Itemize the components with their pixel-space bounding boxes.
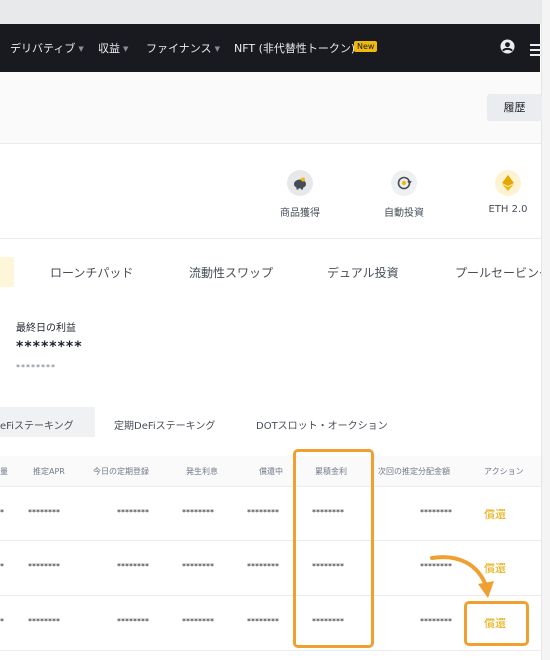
table-header-edge: 量 — [0, 467, 8, 476]
tab-liquid-swap[interactable]: 流動性スワップ — [189, 264, 273, 281]
chevron-down-icon: ▼ — [123, 45, 129, 53]
redeem-button-highlight — [464, 601, 529, 646]
quick-link-eth2[interactable]: ETH 2.0 — [468, 170, 548, 215]
table-cell: ******** — [420, 508, 452, 517]
redeem-button[interactable]: 償還 — [484, 506, 506, 522]
nav-item-finance[interactable]: ファイナンス ▼ — [146, 40, 220, 56]
table-cell: * — [0, 617, 4, 626]
table-header-redeeming: 償還中 — [259, 467, 283, 476]
table-cell: ******** — [28, 562, 60, 571]
quick-link-label: 商品獲得 — [280, 208, 320, 219]
cumulative-interest-highlight — [293, 449, 374, 648]
table-header-apr: 推定APR — [33, 467, 65, 476]
active-tab-highlight[interactable] — [0, 257, 14, 287]
chevron-down-icon: ▼ — [78, 45, 84, 53]
auto-invest-icon — [391, 170, 417, 196]
table-cell: ******** — [28, 617, 60, 626]
table-header-next-distribution: 次回の推定分配金額 — [378, 467, 450, 476]
table-cell: ******** — [28, 508, 60, 517]
tab-launchpad[interactable]: ローンチパッド — [50, 264, 133, 281]
table-cell: ******** — [247, 562, 279, 571]
chevron-down-icon: ▼ — [214, 45, 220, 53]
tab-pool-savings[interactable]: プールセービング — [455, 264, 541, 281]
table-header-accrued-interest: 発生利息 — [186, 467, 218, 476]
browser-top-strip — [0, 0, 550, 24]
nav-item-earn[interactable]: 収益 ▼ — [98, 40, 128, 56]
table-cell: ******** — [117, 562, 149, 571]
table-header-today-locked: 今日の定期登録 — [93, 467, 149, 476]
page-scrollbar[interactable] — [541, 0, 550, 660]
subtab-locked-defi-staking[interactable]: 定期DeFiステーキング — [114, 417, 215, 432]
quick-link-label: 自動投資 — [384, 208, 424, 219]
new-badge: New — [354, 41, 378, 52]
table-cell: * — [0, 508, 4, 517]
quick-link-earn-products[interactable]: 商品獲得 — [260, 170, 340, 219]
table-cell: * — [0, 562, 4, 571]
subtab-defi-staking[interactable]: eFiステーキング — [0, 417, 74, 432]
top-navigation-bar: デリバティブ ▼ 収益 ▼ ファイナンス ▼ NFT (非代替性トークン) New — [0, 24, 544, 72]
table-row: * ******** ******** ******** ******** **… — [0, 487, 541, 540]
user-account-icon[interactable] — [500, 39, 515, 54]
quick-link-label: ETH 2.0 — [488, 204, 528, 215]
table-cell: ******** — [117, 617, 149, 626]
last-day-earnings-value: ******** — [16, 339, 83, 355]
history-button[interactable]: 履歴 — [487, 94, 542, 121]
subtab-dot-slot-auction[interactable]: DOTスロット・オークション — [256, 417, 388, 432]
row-divider — [0, 650, 541, 651]
ethereum-icon — [495, 170, 521, 196]
table-cell: ******** — [247, 617, 279, 626]
table-cell: ******** — [247, 508, 279, 517]
table-cell: ******** — [117, 508, 149, 517]
table-row: * ******** ******** ******** ******** **… — [0, 596, 541, 650]
tab-dual-investment[interactable]: デュアル投資 — [327, 264, 399, 281]
table-cell: ******** — [182, 617, 214, 626]
table-cell: ******** — [182, 562, 214, 571]
last-day-earnings-label: 最終日の利益 — [16, 323, 76, 334]
page-header — [0, 72, 541, 144]
last-day-earnings-subvalue: ******** — [16, 363, 56, 372]
table-cell: ******** — [182, 508, 214, 517]
quick-link-auto-invest[interactable]: 自動投資 — [364, 170, 444, 219]
table-header-action: アクション — [484, 467, 524, 476]
nav-item-nft[interactable]: NFT (非代替性トークン) — [234, 40, 355, 56]
annotation-arrow-icon — [430, 555, 494, 598]
table-cell: ******** — [420, 617, 452, 626]
piggy-bank-icon — [287, 170, 313, 196]
nav-item-derivatives[interactable]: デリバティブ ▼ — [10, 40, 84, 56]
divider — [0, 238, 541, 239]
